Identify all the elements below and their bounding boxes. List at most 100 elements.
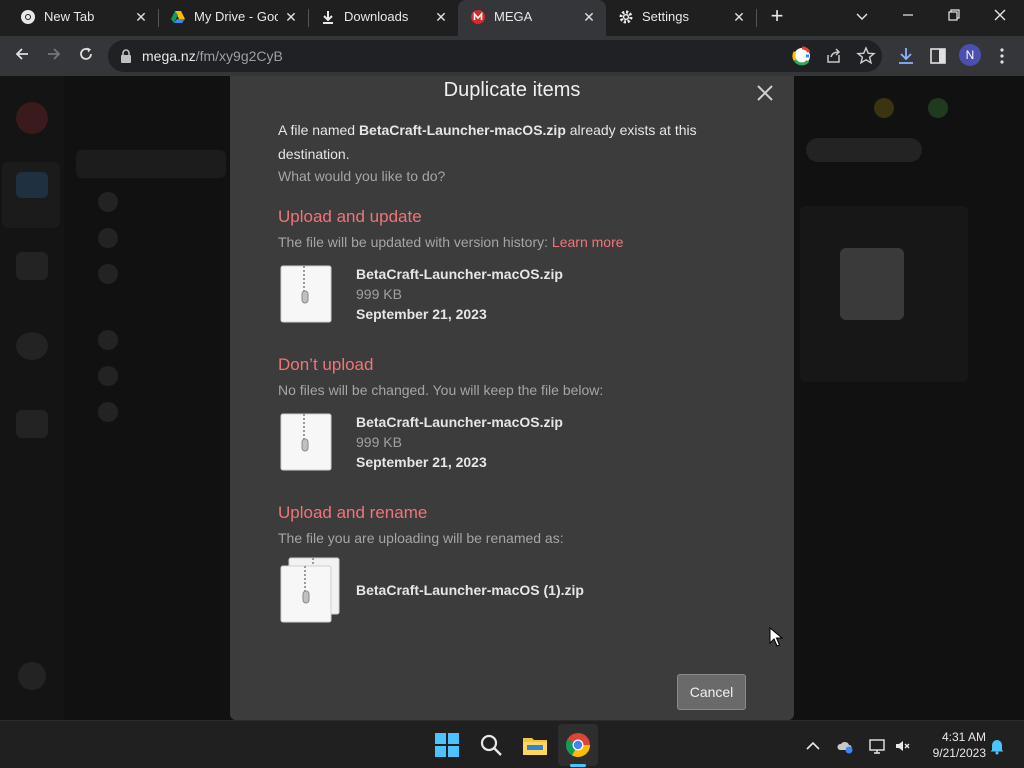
dialog-question: What would you like to do? <box>278 168 446 184</box>
clock-date: 9/21/2023 <box>932 746 986 760</box>
address-bar[interactable]: mega.nz/fm/xy9g2CyB <box>108 40 882 72</box>
notification-bell-icon[interactable] <box>988 737 1006 755</box>
chat-nav-icon <box>16 332 48 360</box>
share-icon[interactable] <box>824 46 844 66</box>
nav-row-icon <box>98 330 118 350</box>
tab-title: My Drive - Goo <box>194 9 278 24</box>
url-path: /fm/xy9g2CyB <box>195 48 283 64</box>
file-name: BetaCraft-Launcher-macOS.zip <box>356 414 563 430</box>
mega-icon <box>471 10 485 24</box>
renamed-file-name: BetaCraft-Launcher-macOS (1).zip <box>356 582 584 598</box>
nav-row-icon <box>98 402 118 422</box>
system-clock[interactable]: 4:31 AM 9/21/2023 <box>918 729 986 761</box>
file-date: September 21, 2023 <box>356 454 487 470</box>
option-description-text: The file will be updated with version hi… <box>278 234 552 250</box>
zip-thumbnail <box>840 248 904 320</box>
zip-file-icon <box>280 265 332 323</box>
cloud-drive-row <box>76 150 226 178</box>
tab-title: Downloads <box>344 9 409 24</box>
file-name: BetaCraft-Launcher-macOS.zip <box>356 266 563 282</box>
download-icon <box>323 11 333 24</box>
tab-my-drive[interactable]: My Drive - Goo ✕ <box>158 0 308 35</box>
message-file-name: BetaCraft-Launcher-macOS.zip <box>358 122 566 138</box>
tab-strip: New Tab ✕ My Drive - Goo ✕ Downloads ✕ M… <box>0 0 1024 36</box>
tab-separator <box>756 9 757 27</box>
reload-button[interactable] <box>74 44 98 68</box>
minimize-button[interactable] <box>894 4 922 28</box>
close-icon[interactable] <box>754 82 776 104</box>
close-window-button[interactable] <box>986 4 1014 28</box>
active-app-indicator <box>570 764 586 767</box>
file-size: 999 KB <box>356 286 402 302</box>
dialog-title: Duplicate items <box>443 79 581 101</box>
chrome-icon <box>21 10 35 24</box>
tab-search-chevron-icon[interactable] <box>848 4 876 28</box>
learn-more-link[interactable]: Learn more <box>552 234 624 250</box>
windows-start-icon[interactable] <box>433 731 461 759</box>
upload-button-bg <box>806 138 922 162</box>
show-hidden-icons-chevron-icon[interactable] <box>804 737 822 755</box>
backup-nav-icon <box>16 410 48 438</box>
nav-row-icon <box>98 366 118 386</box>
windows-taskbar: 4:31 AM 9/21/2023 <box>0 720 1024 768</box>
chrome-taskbar-icon[interactable] <box>564 731 592 759</box>
tab-settings[interactable]: Settings ✕ <box>606 0 756 35</box>
side-panel-icon[interactable] <box>928 46 948 66</box>
gear-icon <box>619 10 633 24</box>
bookmark-star-icon[interactable] <box>856 46 876 66</box>
tab-title: Settings <box>642 9 689 24</box>
folder-icon <box>16 172 48 198</box>
upload-and-update-description: The file will be updated with version hi… <box>278 234 624 250</box>
mega-logo <box>16 102 48 134</box>
account-avatar <box>18 662 46 690</box>
onedrive-icon[interactable] <box>836 737 854 755</box>
nav-row-icon <box>98 264 118 284</box>
lock-icon[interactable] <box>120 49 132 63</box>
file-explorer-icon[interactable] <box>521 731 549 759</box>
dont-upload-option[interactable]: Don’t upload <box>278 355 373 375</box>
upload-and-rename-description: The file you are uploading will be renam… <box>278 530 564 546</box>
message-prefix: A file named <box>278 122 359 138</box>
tab-title: MEGA <box>494 9 533 24</box>
close-tab-icon[interactable]: ✕ <box>580 8 598 26</box>
url-host: mega.nz <box>142 48 196 64</box>
close-tab-icon[interactable]: ✕ <box>432 8 450 26</box>
duplicate-items-dialog: Duplicate items A file named BetaCraft-L… <box>230 76 794 720</box>
tab-new-tab[interactable]: New Tab ✕ <box>8 0 158 35</box>
file-size: 999 KB <box>356 434 402 450</box>
browser-toolbar: mega.nz/fm/xy9g2CyB N <box>0 36 1024 76</box>
dont-upload-description: No files will be changed. You will keep … <box>278 382 604 398</box>
nav-row-icon <box>98 192 118 212</box>
forward-button[interactable] <box>42 44 66 68</box>
network-icon[interactable] <box>868 737 886 755</box>
cancel-button[interactable]: Cancel <box>677 674 746 710</box>
downloads-icon[interactable] <box>896 46 916 66</box>
back-button[interactable] <box>10 44 34 68</box>
nav-row-icon <box>98 228 118 248</box>
upload-and-rename-option[interactable]: Upload and rename <box>278 503 427 523</box>
file-date: September 21, 2023 <box>356 306 487 322</box>
dialog-message: A file named BetaCraft-Launcher-macOS.zi… <box>278 118 708 166</box>
profile-avatar[interactable]: N <box>959 44 981 66</box>
tab-title: New Tab <box>44 9 95 24</box>
tab-downloads[interactable]: Downloads ✕ <box>308 0 458 35</box>
restore-button[interactable] <box>940 4 968 28</box>
close-tab-icon[interactable]: ✕ <box>730 8 748 26</box>
clock-time: 4:31 AM <box>941 730 986 744</box>
google-drive-icon <box>171 11 185 23</box>
upload-and-update-option[interactable]: Upload and update <box>278 207 422 227</box>
close-tab-icon[interactable]: ✕ <box>132 8 150 26</box>
search-icon[interactable] <box>477 731 505 759</box>
new-tab-button[interactable]: + <box>766 5 788 28</box>
mouse-cursor-icon <box>769 627 783 647</box>
google-lens-icon[interactable] <box>792 46 812 66</box>
photos-nav-icon <box>16 252 48 280</box>
zip-files-stack-icon <box>280 557 340 623</box>
tab-mega[interactable]: MEGA ✕ <box>458 0 606 36</box>
transfer-icon <box>928 98 948 118</box>
more-menu-icon[interactable] <box>992 46 1012 66</box>
url-text[interactable]: mega.nz/fm/xy9g2CyB <box>142 48 283 64</box>
volume-muted-icon[interactable] <box>894 737 912 755</box>
close-tab-icon[interactable]: ✕ <box>282 8 300 26</box>
notification-icon <box>874 98 894 118</box>
